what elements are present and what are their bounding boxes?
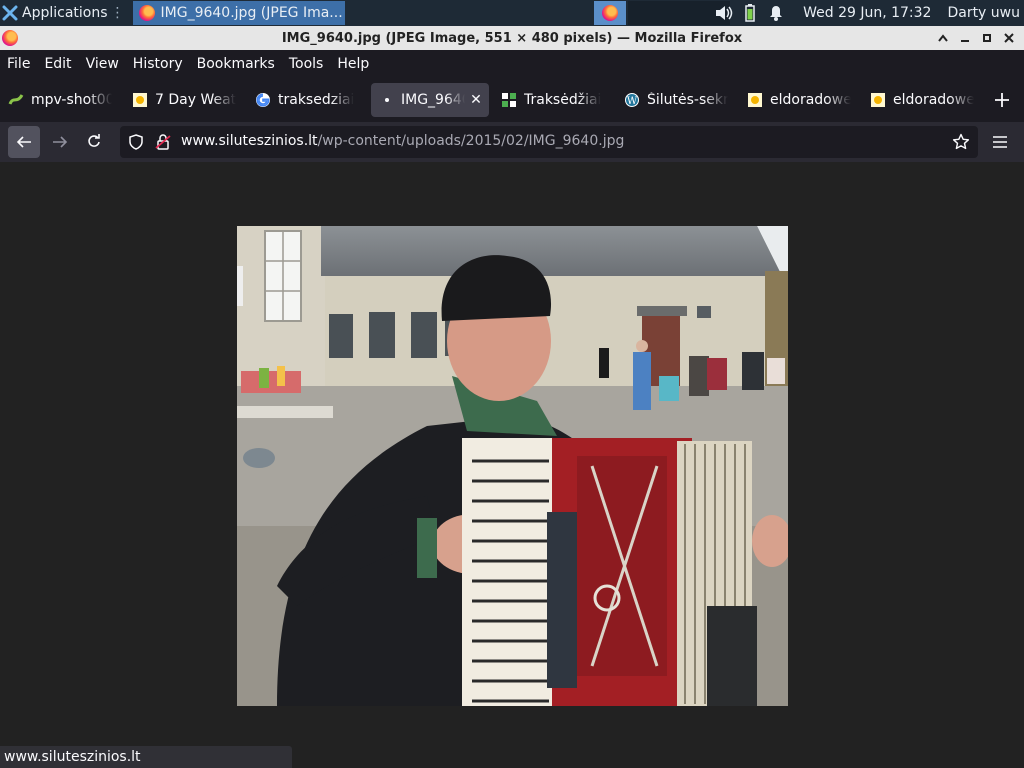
clock[interactable]: Wed 29 Jun, 17:32 — [803, 5, 931, 21]
chevron-up-icon[interactable] — [932, 27, 954, 49]
sun-icon — [870, 92, 886, 108]
tab-mpv-shot[interactable]: mpv-shot00 — [8, 83, 112, 117]
tab-eldoradowe-1[interactable]: eldoradowe — [747, 83, 851, 117]
forward-button[interactable] — [44, 126, 76, 158]
plus-icon — [995, 93, 1009, 107]
tab-label: Traksėdžiai — [524, 92, 602, 108]
tab-img-9640[interactable]: IMG_9640 ✕ — [371, 83, 489, 117]
workspace-1[interactable] — [594, 1, 626, 25]
bookmark-star-icon[interactable] — [952, 133, 970, 155]
new-tab-button[interactable] — [990, 88, 1014, 112]
minimize-icon[interactable] — [954, 27, 976, 49]
applications-menu[interactable]: Applications ⋮ — [0, 0, 129, 26]
desktop-panel: Applications ⋮ IMG_9640.jpg (JPEG Ima...… — [0, 0, 1024, 26]
menubar: File Edit View History Bookmarks Tools H… — [0, 50, 1024, 78]
menu-history[interactable]: History — [126, 56, 190, 72]
app-menu-button[interactable] — [986, 126, 1014, 158]
menu-tools[interactable]: Tools — [282, 56, 331, 72]
close-tab-icon[interactable]: ✕ — [469, 92, 483, 108]
tab-label: 7 Day Weat — [155, 92, 236, 108]
tab-label: eldoradowe — [893, 92, 974, 108]
page-content — [0, 162, 1024, 768]
site-icon — [501, 92, 517, 108]
url-bar[interactable]: www.siluteszinios.lt/wp-content/uploads/… — [120, 126, 978, 158]
tab-7-day-weather[interactable]: 7 Day Weat — [132, 83, 236, 117]
battery-icon[interactable] — [740, 3, 760, 23]
menu-view[interactable]: View — [79, 56, 126, 72]
tab-bar: mpv-shot00 7 Day Weat traksedziai IMG_96… — [0, 78, 1024, 122]
mpv-icon — [8, 92, 24, 108]
window-titlebar[interactable]: IMG_9640.jpg (JPEG Image, 551 × 480 pixe… — [0, 26, 1024, 50]
user-name[interactable]: Darty uwu — [947, 5, 1020, 21]
tab-label: eldoradowe — [770, 92, 851, 108]
firefox-icon — [602, 5, 618, 21]
tab-traksedziai[interactable]: Traksėdžiai — [501, 83, 605, 117]
taskbar-firefox-window[interactable]: IMG_9640.jpg (JPEG Ima... — [132, 1, 345, 25]
shield-icon[interactable] — [128, 134, 144, 154]
tab-label: mpv-shot00 — [31, 92, 112, 108]
arrow-left-icon — [16, 136, 31, 148]
tab-label: IMG_9640 — [401, 92, 465, 108]
bell-icon[interactable] — [766, 3, 786, 23]
svg-text:W: W — [627, 96, 638, 107]
status-bar: www.siluteszinios.lt — [0, 746, 292, 768]
dot-icon — [379, 92, 395, 108]
tab-eldoradowe-2[interactable]: eldoradowe — [870, 83, 974, 117]
tab-label: Šilutės-sekr — [647, 92, 728, 108]
tab-label: traksedziai — [278, 92, 355, 108]
menu-help[interactable]: Help — [330, 56, 376, 72]
reload-icon — [88, 134, 100, 147]
arrow-right-icon — [53, 136, 68, 148]
applications-more-icon: ⋮ — [110, 5, 125, 21]
tab-silutes-sekr[interactable]: W Šilutės-sekr — [624, 83, 728, 117]
google-icon — [255, 92, 271, 108]
reload-button[interactable] — [78, 126, 110, 158]
system-tray: Wed 29 Jun, 17:32 Darty uwu — [711, 0, 1024, 26]
maximize-icon[interactable] — [976, 27, 998, 49]
sun-icon — [132, 92, 148, 108]
url-text[interactable]: www.siluteszinios.lt/wp-content/uploads/… — [181, 133, 624, 149]
menu-file[interactable]: File — [0, 56, 37, 72]
wordpress-icon: W — [624, 92, 640, 108]
sun-icon — [747, 92, 763, 108]
firefox-icon — [2, 30, 18, 46]
taskbar-window-label: IMG_9640.jpg (JPEG Ima... — [160, 5, 343, 21]
volume-icon[interactable] — [714, 3, 734, 23]
applications-label: Applications — [22, 5, 108, 21]
url-path: /wp-content/uploads/2015/02/IMG_9640.jpg — [317, 133, 625, 149]
status-url: www.siluteszinios.lt — [4, 749, 141, 765]
back-button[interactable] — [8, 126, 40, 158]
navigation-toolbar: www.siluteszinios.lt/wp-content/uploads/… — [0, 122, 1024, 162]
hamburger-icon — [993, 136, 1007, 148]
tab-traksedziai-google[interactable]: traksedziai — [255, 83, 359, 117]
menu-edit[interactable]: Edit — [37, 56, 78, 72]
url-host: www.siluteszinios.lt — [181, 133, 318, 149]
window-controls — [932, 26, 1020, 50]
menu-bookmarks[interactable]: Bookmarks — [190, 56, 282, 72]
accordion-player-photo[interactable] — [237, 226, 788, 706]
close-icon[interactable] — [998, 27, 1020, 49]
firefox-icon — [138, 5, 155, 21]
window-title: IMG_9640.jpg (JPEG Image, 551 × 480 pixe… — [281, 30, 743, 46]
xfce-logo-icon — [2, 5, 18, 21]
insecure-lock-icon[interactable] — [155, 134, 171, 154]
